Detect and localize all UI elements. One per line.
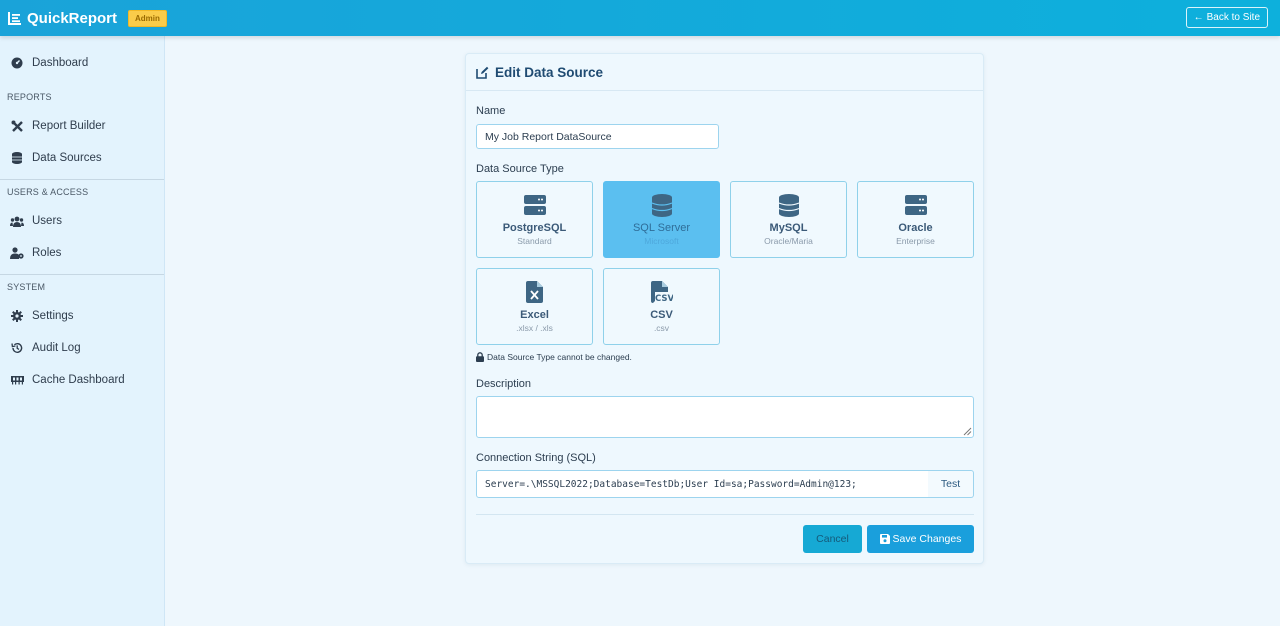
database-icon xyxy=(10,151,24,165)
sidebar-item-label: Dashboard xyxy=(32,57,89,69)
excel-file-icon xyxy=(526,280,543,304)
description-label: Description xyxy=(476,378,532,390)
back-to-site-label: Back to Site xyxy=(1206,12,1260,23)
lock-icon xyxy=(476,352,484,362)
cancel-button[interactable]: Cancel xyxy=(803,525,862,553)
sidebar-item-audit-log[interactable]: Audit Log xyxy=(0,336,164,360)
type-sub: Microsoft xyxy=(644,236,679,246)
type-option-csv[interactable]: CSV CSV .csv xyxy=(603,268,720,345)
type-name: MySQL xyxy=(769,222,808,234)
page-title: Edit Data Source xyxy=(495,64,604,80)
type-name: Oracle xyxy=(898,222,933,234)
back-to-site-button[interactable]: ← Back to Site xyxy=(1185,7,1268,28)
type-sub: Standard xyxy=(517,236,552,246)
sidebar-item-label: Settings xyxy=(32,310,74,322)
type-name: PostgreSQL xyxy=(502,222,567,234)
test-connection-button[interactable]: Test xyxy=(928,470,974,498)
type-name: SQL Server xyxy=(632,222,691,234)
type-sub: Oracle/Maria xyxy=(764,236,813,246)
type-sub: .csv xyxy=(653,323,670,333)
memory-icon xyxy=(10,373,24,387)
section-title-users-access: USERS & ACCESS xyxy=(7,187,89,197)
chart-icon xyxy=(8,11,21,25)
gear-icon xyxy=(10,309,24,323)
sidebar-item-cache-dashboard[interactable]: Cache Dashboard xyxy=(0,368,164,392)
sidebar-item-label: Users xyxy=(32,215,63,227)
brand-logo[interactable]: QuickReport Admin xyxy=(8,9,167,27)
type-option-mysql[interactable]: MySQL Oracle/Maria xyxy=(730,181,847,258)
sidebar-item-label: Report Builder xyxy=(32,120,106,132)
type-locked-text: Data Source Type cannot be changed. xyxy=(487,352,632,362)
top-navbar: QuickReport Admin ← Back to Site xyxy=(0,0,1280,36)
dashboard-icon xyxy=(10,56,24,70)
edit-icon xyxy=(476,66,489,79)
type-option-postgresql[interactable]: PostgreSQL Standard xyxy=(476,181,593,258)
brand-name: QuickReport xyxy=(27,9,118,27)
sidebar-item-settings[interactable]: Settings xyxy=(0,304,164,328)
type-sub: .xlsx / .xls xyxy=(516,323,553,333)
sidebar-item-dashboard[interactable]: Dashboard xyxy=(0,51,164,75)
svg-text:CSV: CSV xyxy=(655,294,673,303)
name-input[interactable]: My Job Report DataSource xyxy=(476,124,719,149)
connection-string-label: Connection String (SQL) xyxy=(476,452,596,464)
type-sub: Enterprise xyxy=(896,236,935,246)
card-header: Edit Data Source xyxy=(466,54,983,91)
admin-badge: Admin xyxy=(128,9,167,27)
sidebar-item-label: Cache Dashboard xyxy=(32,374,125,386)
csv-file-icon: CSV xyxy=(650,280,673,304)
description-textarea[interactable] xyxy=(476,396,974,438)
save-icon xyxy=(879,534,890,544)
type-option-sql-server[interactable]: SQL Server Microsoft xyxy=(603,181,720,258)
sidebar-item-label: Roles xyxy=(32,247,62,259)
sidebar-item-label: Data Sources xyxy=(32,152,102,164)
arrow-left-icon: ← xyxy=(1193,12,1204,23)
resize-handle-icon[interactable] xyxy=(963,427,972,436)
server-icon xyxy=(904,193,927,217)
sidebar-divider xyxy=(0,179,164,180)
sidebar-item-report-builder[interactable]: Report Builder xyxy=(0,114,164,138)
type-name: Excel xyxy=(520,309,549,321)
sidebar: Dashboard REPORTS Report Builder Data So… xyxy=(0,36,165,626)
save-changes-label: Save Changes xyxy=(892,533,962,545)
user-gear-icon xyxy=(10,246,24,260)
edit-data-source-card: Edit Data Source Name My Job Report Data… xyxy=(465,53,984,564)
server-icon xyxy=(523,193,546,217)
sidebar-item-roles[interactable]: Roles xyxy=(0,241,164,265)
form-divider xyxy=(476,514,974,515)
database-icon xyxy=(778,193,799,217)
sidebar-item-data-sources[interactable]: Data Sources xyxy=(0,146,164,170)
type-locked-note: Data Source Type cannot be changed. xyxy=(476,352,632,362)
type-option-oracle[interactable]: Oracle Enterprise xyxy=(857,181,974,258)
sidebar-divider xyxy=(0,274,164,275)
sidebar-item-users[interactable]: Users xyxy=(0,209,164,233)
tools-icon xyxy=(10,119,24,133)
history-icon xyxy=(10,341,24,355)
section-title-system: SYSTEM xyxy=(7,282,46,292)
type-option-excel[interactable]: Excel .xlsx / .xls xyxy=(476,268,593,345)
sidebar-item-label: Audit Log xyxy=(32,342,81,354)
database-icon xyxy=(651,193,672,217)
save-changes-button[interactable]: Save Changes xyxy=(867,525,974,553)
name-input-value: My Job Report DataSource xyxy=(485,130,612,143)
type-name: CSV xyxy=(650,309,673,321)
section-title-reports: REPORTS xyxy=(7,92,52,102)
connection-string-value: Server=.\MSSQL2022;Database=TestDb;User … xyxy=(485,478,857,490)
connection-string-input[interactable]: Server=.\MSSQL2022;Database=TestDb;User … xyxy=(476,470,929,498)
name-label: Name xyxy=(476,105,506,117)
data-source-type-label: Data Source Type xyxy=(476,163,564,175)
users-icon xyxy=(10,214,24,228)
